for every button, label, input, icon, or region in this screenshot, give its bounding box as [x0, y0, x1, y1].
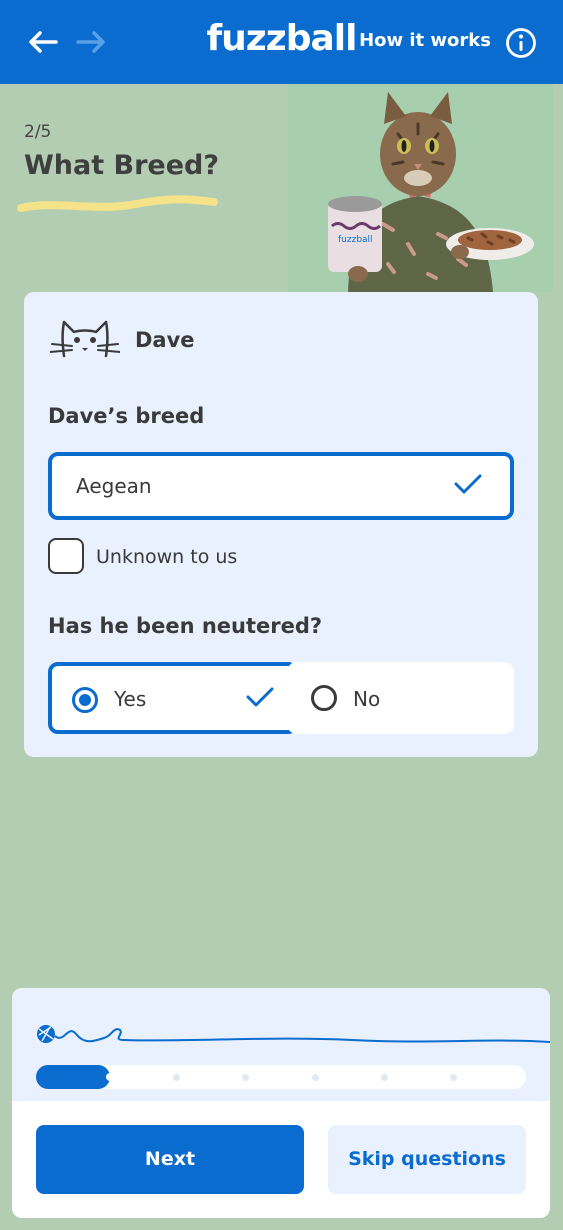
arrow-left-icon: [29, 31, 58, 53]
progress-section: [12, 988, 550, 1101]
next-button[interactable]: Next: [36, 1125, 304, 1194]
breed-label: Dave’s breed: [48, 404, 205, 428]
skip-questions-button[interactable]: Skip questions: [328, 1125, 526, 1194]
info-icon[interactable]: [505, 27, 537, 59]
option-label: Yes: [114, 687, 147, 711]
pet-name: Dave: [135, 328, 195, 352]
top-app-bar: fuzzball How it works: [0, 0, 563, 84]
radio-selected-icon: [72, 687, 98, 713]
neutered-option-yes[interactable]: Yes: [48, 662, 298, 734]
arrow-right-icon: [76, 31, 105, 53]
back-button[interactable]: [26, 26, 60, 58]
highlight-underline: [17, 195, 218, 212]
cat-face-icon: [50, 320, 120, 358]
step-dot: [312, 1074, 319, 1081]
svg-text:fuzzball: fuzzball: [338, 235, 373, 245]
page-title: What Breed?: [24, 150, 220, 181]
forward-button[interactable]: [74, 26, 108, 58]
neutered-question-label: Has he been neutered?: [48, 614, 323, 638]
breed-input[interactable]: Aegean: [48, 452, 514, 520]
how-it-works-link[interactable]: How it works: [359, 30, 491, 51]
unknown-breed-label[interactable]: Unknown to us: [96, 546, 237, 568]
unknown-breed-checkbox[interactable]: [48, 538, 84, 574]
checkmark-icon: [246, 687, 274, 707]
progress-fill: [36, 1065, 114, 1089]
breed-value: Aegean: [76, 474, 152, 498]
checkmark-icon: [454, 474, 482, 494]
neutered-option-no[interactable]: No: [287, 662, 514, 734]
cat-illustration: fuzzball: [288, 84, 553, 292]
option-label: No: [353, 687, 381, 711]
radio-unselected-icon: [311, 685, 337, 711]
step-dot: [173, 1074, 180, 1081]
step-dot: [381, 1074, 388, 1081]
bottom-action-panel: Next Skip questions: [12, 988, 550, 1218]
progress-bar: [36, 1065, 526, 1089]
yarn-ball-icon: [37, 1025, 550, 1043]
step-dot: [450, 1074, 457, 1081]
pet-form-card: Dave Dave’s breed Aegean Unknown to us H…: [24, 292, 538, 757]
step-dot: [242, 1074, 249, 1081]
step-counter: 2/5: [24, 122, 52, 142]
